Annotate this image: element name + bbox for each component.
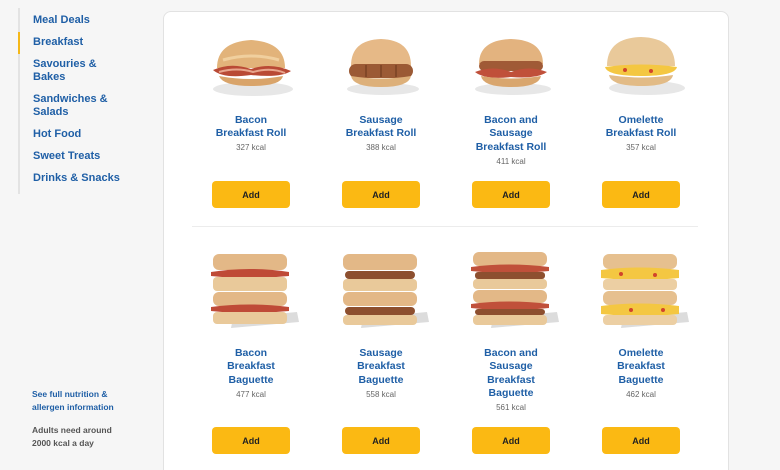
sidebar-item-savouries-bakes[interactable]: Savouries & Bakes bbox=[18, 54, 138, 89]
sausage-roll-image[interactable] bbox=[331, 34, 431, 104]
sidebar-item-hot-food[interactable]: Hot Food bbox=[18, 124, 138, 146]
product-name: Bacon and Sausage Breakfast Roll bbox=[475, 114, 547, 153]
category-sidebar: Meal Deals Breakfast Savouries & Bakes S… bbox=[0, 0, 150, 470]
category-nav: Meal Deals Breakfast Savouries & Bakes S… bbox=[18, 8, 138, 194]
add-bacon-sausage-roll-button[interactable]: Add bbox=[472, 181, 550, 208]
product-name: Sausage Breakfast Baguette bbox=[357, 347, 405, 386]
row-divider bbox=[192, 226, 698, 227]
product-kcal: 411 kcal bbox=[496, 157, 526, 166]
sidebar-footer: See full nutrition & allergen informatio… bbox=[32, 388, 142, 450]
product-name: Omelette Breakfast Baguette bbox=[617, 347, 665, 386]
omelette-baguette-image[interactable] bbox=[591, 252, 691, 332]
product-grid-panel: Bacon Breakfast Roll 327 kcal Add Sausag… bbox=[163, 11, 729, 470]
add-omelette-roll-button[interactable]: Add bbox=[602, 181, 680, 208]
sidebar-item-sweet-treats[interactable]: Sweet Treats bbox=[18, 146, 138, 168]
product-name: Bacon Breakfast Baguette bbox=[227, 347, 275, 386]
product-kcal: 462 kcal bbox=[626, 390, 656, 399]
omelette-roll-image[interactable] bbox=[591, 34, 691, 104]
bacon-sausage-roll-image[interactable] bbox=[461, 34, 561, 104]
product-name: Omelette Breakfast Roll bbox=[605, 114, 677, 140]
product-kcal: 477 kcal bbox=[236, 390, 266, 399]
product-kcal: 388 kcal bbox=[366, 143, 396, 152]
nutrition-allergen-link[interactable]: See full nutrition & allergen informatio… bbox=[32, 388, 142, 414]
sidebar-item-breakfast[interactable]: Breakfast bbox=[18, 32, 138, 54]
add-bacon-roll-button[interactable]: Add bbox=[212, 181, 290, 208]
bacon-sausage-baguette-image[interactable] bbox=[461, 252, 561, 332]
product-kcal: 558 kcal bbox=[366, 390, 396, 399]
sidebar-item-drinks-snacks[interactable]: Drinks & Snacks bbox=[18, 168, 138, 190]
add-sausage-baguette-button[interactable]: Add bbox=[342, 427, 420, 454]
calorie-advice-note: Adults need around 2000 kcal a day bbox=[32, 425, 112, 448]
bacon-roll-image[interactable] bbox=[201, 34, 301, 104]
bacon-baguette-image[interactable] bbox=[201, 252, 301, 332]
sidebar-item-sandwiches-salads[interactable]: Sandwiches & Salads bbox=[18, 89, 138, 124]
add-bacon-baguette-button[interactable]: Add bbox=[212, 427, 290, 454]
add-bacon-sausage-baguette-button[interactable]: Add bbox=[472, 427, 550, 454]
add-omelette-baguette-button[interactable]: Add bbox=[602, 427, 680, 454]
product-kcal: 327 kcal bbox=[236, 143, 266, 152]
add-sausage-roll-button[interactable]: Add bbox=[342, 181, 420, 208]
product-kcal: 561 kcal bbox=[496, 403, 526, 412]
sausage-baguette-image[interactable] bbox=[331, 252, 431, 332]
product-name: Sausage Breakfast Roll bbox=[345, 114, 417, 140]
sidebar-item-meal-deals[interactable]: Meal Deals bbox=[18, 10, 138, 32]
product-name: Bacon Breakfast Roll bbox=[215, 114, 287, 140]
product-kcal: 357 kcal bbox=[626, 143, 656, 152]
product-name: Bacon and Sausage Breakfast Baguette bbox=[484, 347, 538, 399]
